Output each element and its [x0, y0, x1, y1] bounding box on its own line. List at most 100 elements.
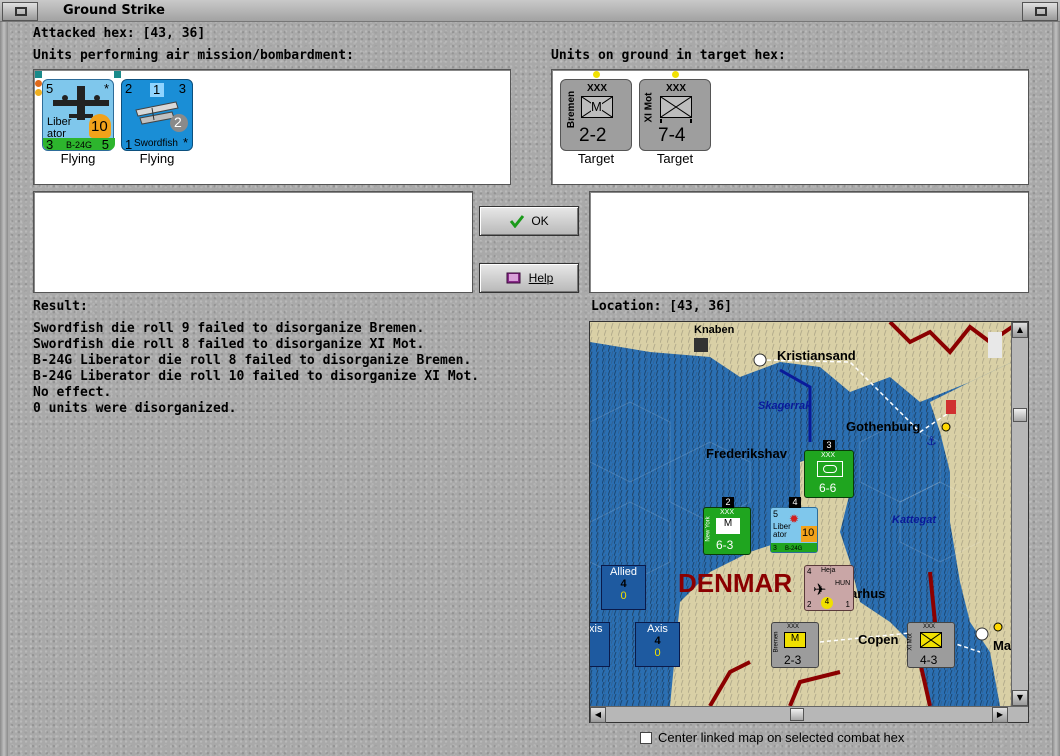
map-label-knaben: Knaben	[694, 324, 735, 336]
air-units-panel: 5 * Liber ator 10 3 B-24G 5 Flying 2 1 3…	[33, 69, 511, 185]
unit-type: B-24G	[66, 140, 93, 150]
center-map-checkbox-label: Center linked map on selected combat hex	[658, 730, 905, 745]
window-title: Ground Strike	[63, 3, 165, 18]
infantry-icon	[920, 632, 942, 648]
result-line: B-24G Liberator die roll 10 failed to di…	[33, 369, 480, 384]
unit-status-bremen: Target	[577, 151, 615, 166]
map-counter-bremen[interactable]: XXX Bremen M 2-3	[771, 622, 819, 668]
allied-sub: 0	[620, 590, 627, 602]
unit-symbol: M	[591, 99, 602, 114]
counter-nation: HUN	[835, 580, 851, 587]
map-label-kristiansand: Kristiansand	[777, 348, 856, 363]
scroll-down-arrow-icon[interactable]: ▼	[1012, 690, 1028, 706]
map-counter-corps[interactable]: 3 XXX 6-6	[804, 440, 854, 498]
counter-strength: 10	[802, 527, 815, 539]
attacked-hex-label: Attacked hex:	[33, 26, 135, 41]
map-label-gothenburg: Gothenburg	[846, 419, 921, 434]
counter-type: B-24G	[785, 546, 803, 552]
counter-size: XXX	[787, 624, 800, 630]
unit-name-line1: Liber	[47, 116, 72, 128]
result-line: No effect.	[33, 385, 112, 400]
map-counter-new-york[interactable]: 2 XXX New York M 6-3	[703, 497, 751, 555]
map-label-denmark: DENMAR	[678, 568, 793, 598]
unit-top-right-value: 3	[178, 81, 186, 96]
unit-size: XXX	[587, 83, 608, 94]
unit-circle-value: 2	[174, 114, 182, 130]
unit-status-xi-mot: Target	[656, 151, 694, 166]
ok-button-label: OK	[531, 214, 549, 228]
map-vertical-scrollbar[interactable]: ▲ ▼	[1011, 322, 1028, 706]
unit-counter-liberator[interactable]: 5 * Liber ator 10 3 B-24G 5	[35, 71, 115, 152]
axis-partial-label: xis	[589, 623, 603, 635]
counter-name: Heja	[821, 567, 836, 574]
counter-strength: 2-3	[784, 653, 802, 667]
scroll-right-arrow-icon[interactable]: ▶	[992, 707, 1008, 723]
counter-bottom: 3	[773, 545, 777, 552]
axis-control-box[interactable]: Axis 4 0	[635, 622, 680, 667]
unit-top-left-value: 2	[125, 81, 133, 96]
unit-name: Swordfish	[134, 138, 178, 149]
window-icon	[15, 7, 27, 16]
fire-icon: ✹	[789, 512, 800, 526]
help-button-label: Help	[528, 271, 554, 285]
unit-name: Bremen	[566, 90, 578, 129]
status-pip	[35, 71, 42, 78]
map-counter-liberator[interactable]: 4 5 Liber ator 10 3 B-24G ✹	[770, 497, 818, 553]
counter-top-left: 4	[807, 567, 812, 576]
stack-count: 2	[722, 497, 734, 508]
map-label-kattegat: Kattegat	[892, 514, 937, 526]
map-horizontal-scrollbar[interactable]: ◀ ▶	[590, 706, 1028, 723]
unit-bottom-right-value: 5	[101, 137, 109, 152]
axis-label: Axis	[647, 623, 668, 635]
map-counter-heja[interactable]: 4 Heja ✈ HUN 2 4 1	[804, 565, 854, 611]
map-view[interactable]: ⚓ Knaben Kristiansand Skagerrak Gothenbu…	[589, 321, 1029, 723]
vertical-scroll-thumb[interactable]	[1013, 408, 1027, 422]
help-book-icon	[506, 272, 521, 284]
unit-bottom-left-value: 3	[46, 137, 54, 152]
axis-control-box-partial[interactable]: xis	[589, 622, 610, 667]
system-menu-button[interactable]	[2, 2, 38, 21]
window-border-right	[1052, 22, 1060, 756]
map-label-frederikshavn: Frederikshav	[706, 446, 787, 461]
unit-status-liberator: Flying	[60, 151, 96, 166]
title-bar: Ground Strike	[0, 0, 1060, 22]
center-map-checkbox[interactable]	[640, 732, 652, 744]
ok-button[interactable]: OK	[479, 206, 579, 236]
unit-star: *	[182, 135, 188, 150]
counter-size: XXX	[923, 624, 936, 630]
allied-value: 4	[620, 578, 627, 590]
counter-name: XI Mot	[907, 633, 914, 651]
status-pip	[35, 80, 42, 87]
map-label-copenhagen: Copen	[858, 632, 899, 647]
help-button[interactable]: Help	[479, 263, 579, 293]
map-counter-xi-mot[interactable]: XXX XI Mot 4-3	[907, 622, 955, 668]
stack-count: 4	[789, 497, 801, 508]
unit-counter-bremen[interactable]: XXX Bremen M 2-2	[560, 71, 632, 151]
counter-size: XXX	[720, 509, 735, 516]
horizontal-scroll-thumb[interactable]	[790, 708, 804, 721]
map-label-malmo: Ma	[993, 638, 1012, 653]
result-label: Result:	[33, 299, 88, 314]
ground-units-panel: XXX Bremen M 2-2 Target XXX XI Mot 7-4 T…	[551, 69, 1029, 185]
stack-count: 3	[823, 440, 835, 451]
unit-counter-swordfish[interactable]: 2 1 3 2 1 Swordfish *	[114, 71, 193, 152]
scroll-up-arrow-icon[interactable]: ▲	[1012, 322, 1028, 338]
counter-symbol: M	[716, 518, 740, 534]
result-line: Swordfish die roll 8 failed to disorgani…	[33, 337, 425, 352]
maximize-button[interactable]	[1022, 2, 1058, 21]
counter-circle: 4	[821, 597, 833, 609]
status-pip	[35, 89, 42, 96]
air-units-heading: Units performing air mission/bombardment…	[33, 48, 354, 63]
counter-symbol: M	[784, 632, 806, 648]
scroll-left-arrow-icon[interactable]: ◀	[590, 707, 606, 723]
attacked-hex-value: [43, 36]	[142, 26, 206, 41]
checkmark-icon	[510, 215, 525, 228]
result-line: 0 units were disorganized.	[33, 401, 237, 416]
unit-counter-xi-mot[interactable]: XXX XI Mot 7-4	[639, 71, 711, 151]
unit-top-mid-value: 1	[153, 82, 161, 97]
status-pip	[672, 71, 679, 78]
allied-control-box[interactable]: Allied 4 0	[601, 565, 646, 610]
unit-strength: 7-4	[658, 125, 686, 146]
allied-label: Allied	[610, 566, 637, 578]
map-label-aarhus: arhus	[850, 586, 886, 601]
